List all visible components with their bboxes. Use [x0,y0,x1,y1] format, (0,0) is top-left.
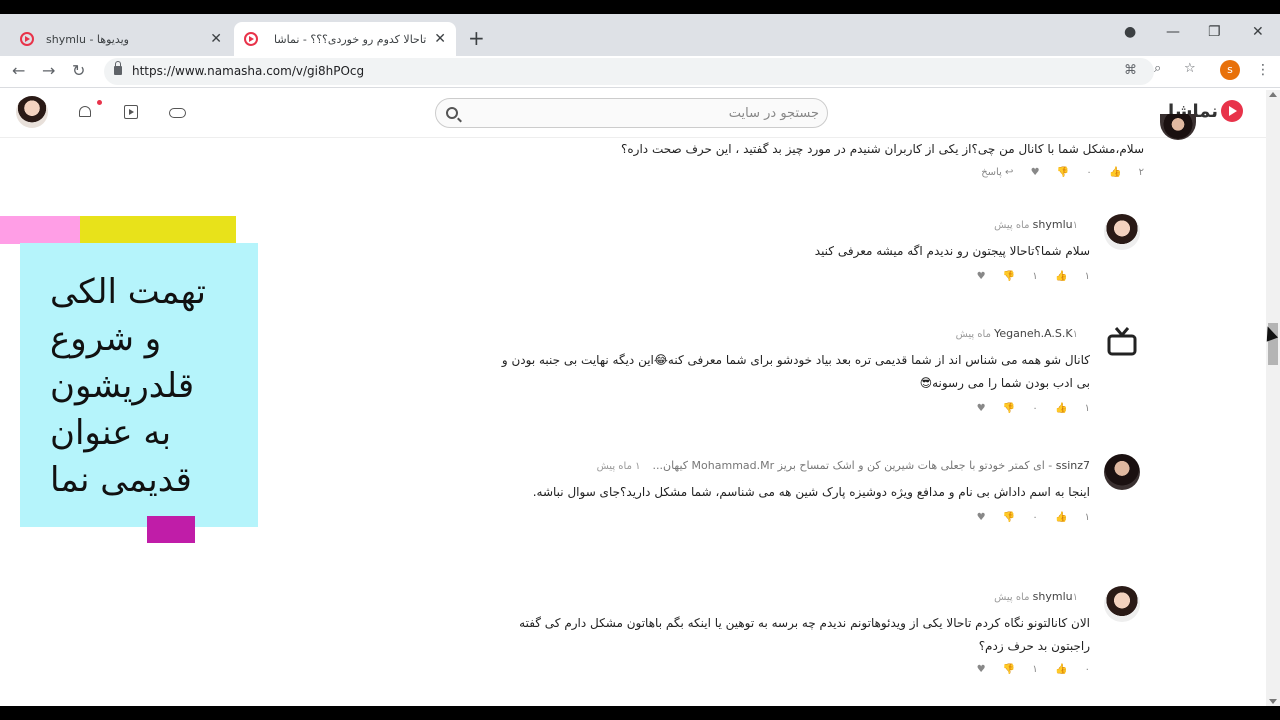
comment-actions: ۱ 👍 ۰ 👎 ♥ [490,403,1090,414]
namasha-favicon-icon [244,32,258,46]
close-tab-icon[interactable]: ✕ [434,31,446,47]
reply-button[interactable]: ↩ پاسخ [967,167,1013,178]
dislike-button[interactable]: ۰ 👎 [1003,403,1038,414]
comment-actions: ۰ 👍 ۱ 👎 ♥ [490,664,1090,675]
url-text[interactable]: https://www.namasha.com/v/gi8hPOcg [132,64,364,78]
new-tab-button[interactable]: + [468,26,485,50]
translate-icon[interactable]: ⌘ [1124,63,1137,78]
upload-cloud-icon[interactable] [169,104,186,120]
comment-item: ssinz7 - ای کمتر خودتو با جعلی هات شیرین… [490,459,1090,523]
commenter-avatar[interactable] [1104,454,1140,490]
comment-meta: shymlu۱ ماه پیش [590,218,1090,231]
comment-author[interactable]: ssinz7 [1056,459,1090,472]
caption-line: و شروع [50,319,162,359]
like-button[interactable]: ۱ 👍 [1055,512,1090,523]
caption-overlay-card: تهمت الکی و شروع قلدریشون به عنوان قدیمی… [20,243,258,527]
profile-avatar[interactable]: s [1220,60,1240,80]
heart-icon[interactable]: ♥ [977,403,986,414]
scroll-up-arrow-icon[interactable] [1269,92,1277,97]
comment-text: کانال شو همه می شناس اند از شما قدیمی تر… [501,353,1090,390]
user-avatar[interactable] [16,96,48,128]
tab-search-icon[interactable]: ● [1124,24,1136,40]
forward-arrow-icon[interactable]: → [42,61,55,80]
comment-text: الان کانالتونو نگاه کردم تاحالا یکی از و… [519,616,1090,653]
my-videos-icon[interactable] [123,104,139,120]
lock-icon [114,61,122,75]
decorative-yellow-block [80,216,236,244]
comment-text: اینجا به اسم داداش بی نام و مدافع ویژه د… [532,485,1090,499]
dislike-button[interactable]: ۱ 👎 [1003,664,1038,675]
commenter-avatar[interactable] [1104,214,1140,250]
caption-text: تهمت الکی و شروع قلدریشون به عنوان قدیمی… [50,269,240,504]
commenter-avatar[interactable] [1104,586,1140,622]
comment-author[interactable]: shymlu [1033,218,1073,231]
play-logo-icon [1221,100,1244,122]
tab-title: shymlu - ویدیوها [46,32,129,46]
bookmark-star-icon[interactable]: ☆ [1184,61,1196,76]
like-button[interactable]: ۱ 👍 [1055,403,1090,414]
caption-line: قلدریشون [50,366,195,406]
comment-actions: ۲ 👍 ۰ 👎 ♥ ↩ پاسخ [544,167,1144,178]
caption-line: به عنوان [50,413,172,453]
comment-meta: shymlu۱ ماه پیش [490,590,1090,603]
comment-author[interactable]: shymlu [1033,590,1073,603]
site-header: جستجو در سایت نماشا [0,90,1266,138]
comment-item: Yeganeh.A.S.K۱ ماه پیش کانال شو همه می ش… [490,327,1090,414]
back-arrow-icon[interactable]: ← [12,61,25,80]
search-input[interactable]: جستجو در سایت [435,98,828,128]
comment-author[interactable]: Yeganeh.A.S.K [994,327,1072,340]
close-tab-icon[interactable]: ✕ [210,31,222,47]
tab-videos[interactable]: shymlu - ویدیوها ✕ [10,22,232,56]
search-icon[interactable] [446,107,458,119]
decorative-pink-block [0,216,80,244]
heart-icon[interactable]: ♥ [1031,167,1040,178]
like-button[interactable]: ۲ 👍 [1109,167,1144,178]
heart-icon[interactable]: ♥ [977,664,986,675]
kebab-menu-icon[interactable]: ⋮ [1256,62,1270,78]
comment-actions: ۱ 👍 ۱ 👎 ♥ [590,271,1090,282]
comment-time: ۱ ماه پیش [596,461,641,472]
heart-icon[interactable]: ♥ [977,271,986,282]
minimize-button[interactable]: — [1166,24,1180,40]
browser-toolbar: ← → ↻ https://www.namasha.com/v/gi8hPOcg… [0,56,1280,88]
dislike-button[interactable]: ۱ 👎 [1003,271,1038,282]
decorative-magenta-block [147,516,195,543]
reply-to-excerpt[interactable]: - ای کمتر خودتو با جعلی هات شیرین کن و ا… [653,459,1053,472]
heart-icon[interactable]: ♥ [977,512,986,523]
scroll-down-arrow-icon[interactable] [1269,699,1277,704]
dislike-button[interactable]: ۰ 👎 [1003,512,1038,523]
notification-dot [97,100,102,105]
like-button[interactable]: ۱ 👍 [1055,271,1090,282]
tab-strip: shymlu - ویدیوها ✕ تاحالا کدوم رو خوردی؟… [0,14,1280,56]
comment-actions: ۱ 👍 ۰ 👎 ♥ [490,512,1090,523]
search-placeholder: جستجو در سایت [728,106,819,121]
tab-title: تاحالا کدوم رو خوردی؟؟؟ - نماشا [274,32,427,46]
namasha-favicon-icon [20,32,34,46]
page-scrollbar[interactable] [1266,90,1280,706]
zoom-icon[interactable]: ⌕ [1154,61,1161,76]
comment-text: سلام شما؟تاحالا پیجتون رو ندیدم اگه میشه… [814,244,1090,258]
dislike-button[interactable]: ۰ 👎 [1057,167,1092,178]
address-bar[interactable]: https://www.namasha.com/v/gi8hPOcg ⌘ [104,58,1154,85]
like-button[interactable]: ۰ 👍 [1055,664,1090,675]
reload-icon[interactable]: ↻ [72,61,85,80]
bell-icon[interactable] [77,104,93,120]
close-window-button[interactable]: ✕ [1252,24,1264,40]
caption-line: تهمت الکی [50,272,206,312]
comment-meta: ssinz7 - ای کمتر خودتو با جعلی هات شیرین… [490,459,1090,472]
browser-window: shymlu - ویدیوها ✕ تاحالا کدوم رو خوردی؟… [0,14,1280,706]
comment-item: سلام،مشکل شما با کانال من چی؟از یکی از ک… [544,138,1144,178]
tv-avatar-icon[interactable] [1104,324,1140,360]
comment-item: shymlu۱ ماه پیش سلام شما؟تاحالا پیجتون ر… [590,218,1090,282]
tab-current-video[interactable]: تاحالا کدوم رو خوردی؟؟؟ - نماشا ✕ [234,22,456,56]
caption-line: قدیمی نما [50,460,192,500]
comment-meta: Yeganeh.A.S.K۱ ماه پیش [490,327,1090,340]
comment-text: سلام،مشکل شما با کانال من چی؟از یکی از ک… [621,142,1144,156]
restore-button[interactable]: ❐ [1208,24,1221,40]
comment-item: shymlu۱ ماه پیش الان کانالتونو نگاه کردم… [490,590,1090,675]
